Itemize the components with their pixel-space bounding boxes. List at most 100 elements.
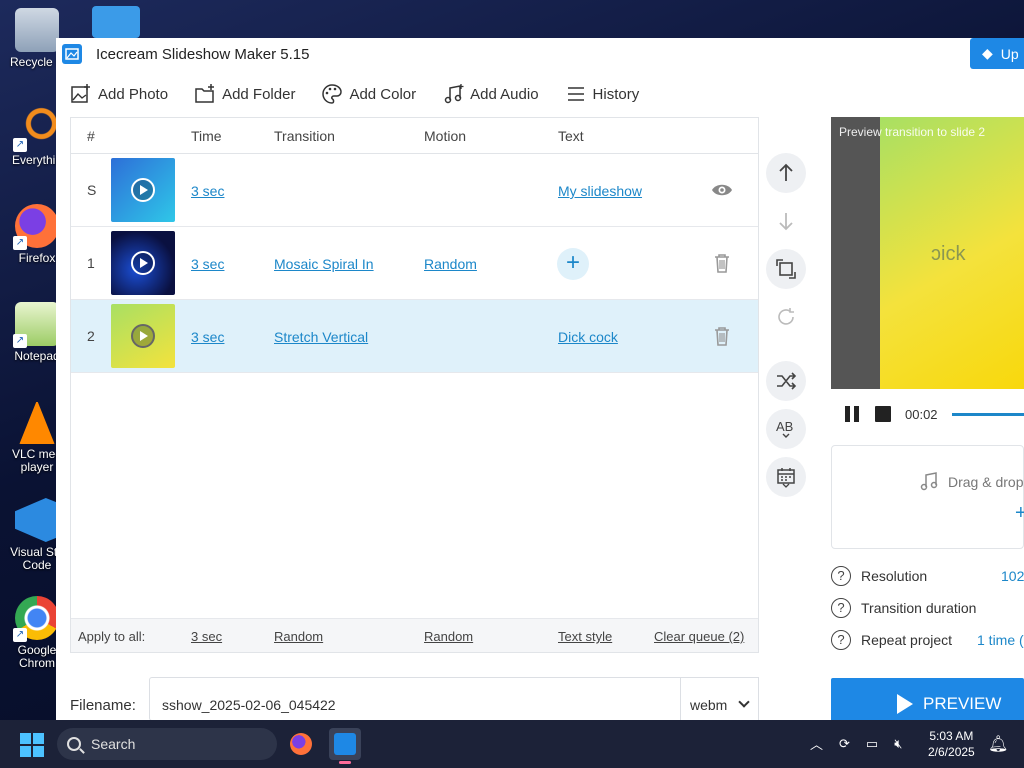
network-icon[interactable]: ▭ bbox=[866, 736, 878, 752]
svg-text:AB: AB bbox=[776, 419, 793, 434]
help-icon[interactable]: ? bbox=[831, 630, 851, 650]
add-photo-button[interactable]: Add Photo bbox=[70, 83, 168, 105]
row-text-link[interactable]: Dick cock bbox=[558, 329, 618, 345]
preview-screen[interactable]: Preview transition to slide 2 ɔick bbox=[831, 117, 1024, 389]
seek-bar[interactable] bbox=[951, 412, 1024, 416]
resolution-label: Resolution bbox=[861, 568, 928, 584]
move-down-button[interactable] bbox=[766, 201, 806, 241]
notification-bell-icon[interactable]: 🔔︎ bbox=[988, 734, 1008, 754]
row-number: S bbox=[87, 182, 97, 198]
row-time-link[interactable]: 3 sec bbox=[191, 256, 224, 272]
add-color-button[interactable]: Add Color bbox=[321, 83, 416, 105]
apply-time-link[interactable]: 3 sec bbox=[191, 629, 222, 644]
row-time-link[interactable]: 3 sec bbox=[191, 329, 224, 345]
taskbar-firefox[interactable] bbox=[285, 728, 317, 760]
resolution-setting[interactable]: ? Resolution 102 bbox=[831, 565, 1024, 587]
slide-thumbnail[interactable] bbox=[111, 158, 175, 222]
repeat-project-label: Repeat project bbox=[861, 632, 953, 648]
playback-time: 00:02 bbox=[905, 406, 938, 422]
clock-date: 2/6/2025 bbox=[928, 745, 975, 759]
transition-duration-setting[interactable]: ? Transition duration bbox=[831, 597, 1024, 619]
row-text-link[interactable]: My slideshow bbox=[558, 183, 642, 199]
clear-queue-link[interactable]: Clear queue (2) bbox=[654, 629, 744, 644]
ab-text-icon: AB bbox=[776, 419, 793, 438]
text-settings-button[interactable]: AB bbox=[766, 409, 806, 449]
audio-dropzone[interactable]: Drag & drop + bbox=[831, 445, 1024, 549]
search-icon bbox=[67, 737, 81, 751]
format-select[interactable]: webm bbox=[680, 677, 759, 721]
trash-icon[interactable] bbox=[711, 325, 733, 347]
filename-input[interactable]: sshow_2025-02-06_045422 bbox=[149, 677, 681, 721]
help-icon[interactable]: ? bbox=[831, 598, 851, 618]
text-style-link[interactable]: Text style bbox=[558, 629, 612, 644]
play-icon[interactable] bbox=[131, 251, 155, 275]
apply-transition-link[interactable]: Random bbox=[274, 629, 323, 644]
repeat-project-setting[interactable]: ? Repeat project 1 time ( bbox=[831, 629, 1024, 651]
taskbar-search[interactable]: Search bbox=[57, 728, 277, 760]
calendar-icon bbox=[777, 468, 795, 488]
add-text-button[interactable]: + bbox=[557, 248, 589, 280]
shuffle-button[interactable] bbox=[766, 361, 806, 401]
playback-controls: 00:02 bbox=[831, 392, 1024, 436]
resolution-value[interactable]: 102 bbox=[1001, 568, 1024, 584]
table-row[interactable]: 1 3 sec Mosaic Spiral In Random + bbox=[71, 227, 758, 300]
shortcut-arrow-icon: ↗ bbox=[13, 236, 27, 250]
row-number: 2 bbox=[87, 328, 95, 344]
table-row[interactable]: S 3 sec My slideshow bbox=[71, 154, 758, 227]
play-icon[interactable] bbox=[131, 178, 155, 202]
rotate-button[interactable] bbox=[766, 297, 806, 337]
history-button[interactable]: History bbox=[565, 83, 639, 105]
slideshow-maker-icon bbox=[334, 733, 356, 755]
trash-icon[interactable] bbox=[711, 252, 733, 274]
slide-thumbnail[interactable] bbox=[111, 304, 175, 368]
windows-start-icon[interactable] bbox=[20, 733, 44, 757]
taskbar-clock[interactable]: 5:03 AM 2/6/2025 bbox=[928, 728, 975, 760]
repeat-project-value[interactable]: 1 time ( bbox=[977, 632, 1024, 648]
row-time-link[interactable]: 3 sec bbox=[191, 183, 224, 199]
row-transition-link[interactable]: Mosaic Spiral In bbox=[274, 256, 374, 272]
shuffle-icon bbox=[777, 372, 797, 390]
row-transition-link[interactable]: Stretch Vertical bbox=[274, 329, 368, 345]
table-footer: Apply to all: 3 sec Random Random Text s… bbox=[71, 618, 758, 652]
volume-muted-icon[interactable]: 🔇︎ bbox=[894, 736, 902, 752]
play-icon[interactable] bbox=[131, 324, 155, 348]
add-color-label: Add Color bbox=[349, 85, 417, 103]
table-row-selected[interactable]: 2 3 sec Stretch Vertical Dick cock bbox=[71, 300, 758, 373]
calendar-button[interactable] bbox=[766, 457, 806, 497]
window-title: Icecream Slideshow Maker 5.15 bbox=[96, 45, 310, 63]
toolbar: Add Photo Add Folder Add Color Add Audio… bbox=[70, 80, 665, 108]
add-folder-label: Add Folder bbox=[222, 85, 296, 103]
menu-lines-icon bbox=[567, 87, 584, 101]
palette-icon bbox=[322, 84, 343, 104]
crop-button[interactable] bbox=[766, 249, 806, 289]
vlc-cone-icon bbox=[19, 400, 55, 444]
everything-search-icon: ↗ bbox=[13, 106, 59, 152]
sync-icon[interactable]: ⟳ bbox=[839, 736, 850, 752]
slides-table: # Time Transition Motion Text S 3 sec My… bbox=[70, 117, 759, 653]
add-folder-button[interactable]: Add Folder bbox=[194, 83, 295, 105]
apply-motion-link[interactable]: Random bbox=[424, 629, 473, 644]
title-bar[interactable]: Icecream Slideshow Maker 5.15 bbox=[56, 38, 1024, 70]
help-icon[interactable]: ? bbox=[831, 566, 851, 586]
firefox-icon bbox=[290, 733, 312, 755]
stop-icon[interactable] bbox=[875, 406, 891, 422]
preview-caption: Preview transition to slide 2 bbox=[839, 125, 986, 139]
row-motion-link[interactable]: Random bbox=[424, 256, 477, 272]
pause-icon[interactable] bbox=[845, 406, 861, 422]
add-audio-button[interactable]: Add Audio bbox=[442, 83, 539, 105]
chevron-up-icon[interactable]: ︿ bbox=[810, 734, 823, 753]
move-up-button[interactable] bbox=[766, 153, 806, 193]
shortcut-arrow-icon: ↗ bbox=[13, 334, 27, 348]
music-note-icon bbox=[444, 84, 464, 104]
slide-thumbnail[interactable] bbox=[111, 231, 175, 295]
eye-icon[interactable] bbox=[711, 179, 733, 201]
upgrade-button[interactable]: ◆ Up bbox=[970, 38, 1024, 69]
active-indicator bbox=[339, 761, 351, 764]
crop-icon bbox=[776, 259, 796, 279]
preview-panel: Preview transition to slide 2 ɔick bbox=[831, 117, 1024, 389]
taskbar-slideshow-maker[interactable] bbox=[329, 728, 361, 764]
add-audio-plus-icon[interactable]: + bbox=[1015, 502, 1024, 525]
col-header-transition: Transition bbox=[274, 128, 335, 144]
taskbar-search-placeholder: Search bbox=[91, 736, 136, 752]
desktop-icon-partial[interactable] bbox=[92, 6, 140, 38]
